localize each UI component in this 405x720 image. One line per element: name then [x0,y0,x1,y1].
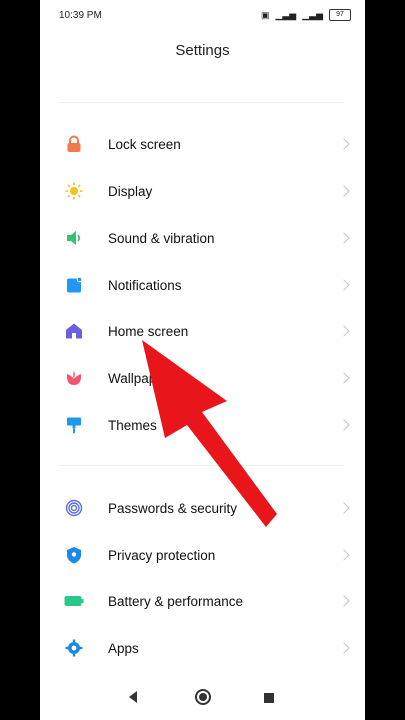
brush-icon [64,415,84,435]
settings-item-label: Notifications [108,277,182,293]
speaker-icon [64,228,84,248]
chevron-right-icon [338,279,350,291]
battery-indicator: 97 [329,9,351,21]
lock-icon [64,134,84,154]
settings-item-label: Themes [108,417,157,433]
settings-item-display[interactable]: Display [60,168,354,214]
sun-icon [64,181,84,201]
settings-screen: 10:39 PM ▣ ▁▃▅ ▁▃▅ 97 Settings Lock scre… [40,0,365,720]
chevron-right-icon [338,549,350,561]
chevron-right-icon [338,138,350,150]
volte-icon: ▣ [260,9,270,20]
settings-item-lock-screen[interactable]: Lock screen [60,121,354,167]
settings-item-apps[interactable]: Apps [60,625,354,671]
shield-icon [64,545,84,565]
chevron-right-icon [338,372,350,384]
status-bar: 10:39 PM ▣ ▁▃▅ ▁▃▅ 97 [40,0,365,32]
gear-icon [64,638,84,658]
battery-icon [64,591,84,611]
divider [60,102,344,103]
status-icons: ▣ ▁▃▅ ▁▃▅ 97 [261,9,351,21]
settings-item-battery-performance[interactable]: Battery & performance [60,578,354,624]
settings-item-label: Display [108,183,153,199]
settings-item-label: Battery & performance [108,593,244,609]
settings-item-home-screen[interactable]: Home screen [60,308,354,354]
divider [60,465,344,466]
chevron-right-icon [338,642,350,654]
home-button[interactable] [194,688,212,711]
settings-item-label: Lock screen [108,136,181,152]
navigation-bar [40,680,365,720]
chevron-right-icon [338,185,350,197]
chevron-right-icon [338,232,350,244]
fingerprint-icon [64,498,84,518]
notification-icon [64,275,84,295]
recents-button[interactable] [263,691,275,709]
settings-item-label: Privacy protection [108,547,216,563]
signal-icon-2: ▁▃▅ [302,9,323,20]
settings-item-label: Apps [108,640,139,656]
battery-level: 97 [336,11,344,18]
home-icon [64,321,84,341]
settings-item-themes[interactable]: Themes [60,402,354,448]
settings-item-passwords-security[interactable]: Passwords & security [60,485,354,531]
chevron-right-icon [338,325,350,337]
settings-item-notifications[interactable]: Notifications [60,262,354,308]
back-button[interactable] [127,690,139,709]
settings-item-label: Wallpaper [108,370,169,386]
flower-icon [64,368,84,388]
settings-item-label: Sound & vibration [108,230,215,246]
signal-icon: ▁▃▅ [275,9,297,20]
settings-item-privacy-protection[interactable]: Privacy protection [60,532,354,578]
settings-item-label: Passwords & security [108,500,238,516]
page-title: Settings [175,42,230,59]
settings-item-wallpaper[interactable]: Wallpaper [60,355,354,401]
chevron-right-icon [338,419,350,431]
chevron-right-icon [338,595,350,607]
status-time: 10:39 PM [59,10,102,21]
chevron-right-icon [338,502,350,514]
settings-item-label: Home screen [108,323,189,339]
settings-item-sound-vibration[interactable]: Sound & vibration [60,215,354,261]
